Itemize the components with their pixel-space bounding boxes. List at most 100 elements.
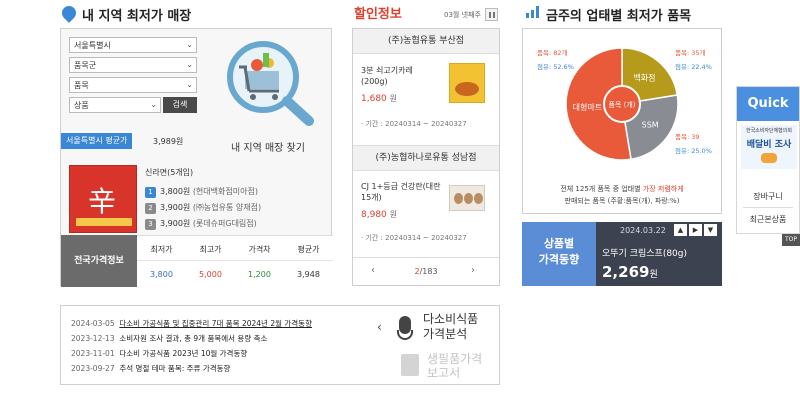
right-section: 금주의 업태별 최저가 품목 백화점 SSM 대형마트 품목 (개) 품목: 82개 점유… bbox=[522, 0, 722, 290]
pie-callout-share: 점유: 25.0% bbox=[675, 147, 712, 155]
store-name: (주)농협하나로유통 성남점 bbox=[353, 145, 499, 171]
trend-prev-button[interactable]: ▲ bbox=[674, 224, 687, 236]
price-trend-box[interactable]: 상품별 가격동향 2024.03.22 ▲ ▶ ▼ 오뚜기 크림스프(80g) … bbox=[522, 222, 722, 286]
discount-item-price: 1,680 원 bbox=[361, 94, 398, 104]
rank-badge: 3 bbox=[145, 219, 156, 230]
table-value-avg: 3,948 bbox=[297, 270, 320, 279]
table-value-min: 3,800 bbox=[150, 270, 173, 279]
egg-graphic bbox=[474, 193, 483, 204]
discount-period: · 기간 : 20240314 ~ 20240327 bbox=[361, 120, 467, 128]
table-header-max: 최고가 bbox=[199, 245, 222, 254]
location-pin-icon bbox=[59, 3, 79, 23]
chart-panel: 백화점 SSM 대형마트 품목 (개) 품목: 82개 점유: 52.6% 품목: 35개 점… bbox=[522, 28, 722, 214]
discount-item-price: 8,980 원 bbox=[361, 210, 398, 220]
pie-center-label: 품목 (개) bbox=[608, 100, 635, 109]
pie-slice-label: 백화점 bbox=[633, 73, 655, 83]
news-item[interactable]: 2023-11-01 다소비 가공식품 2023년 10월 가격동향 bbox=[71, 346, 371, 361]
rank-badge: 2 bbox=[145, 203, 156, 214]
quick-link-cart[interactable]: 장바구니 bbox=[737, 191, 799, 202]
national-price-label: 전국가격정보 bbox=[61, 235, 137, 287]
chevron-left-icon: ‹ bbox=[377, 320, 382, 334]
left-section: 내 지역 최저가 매장 서울특별시 ⌄ 품목군 ⌄ 품목 ⌄ 상품 ⌄ 검색 내… bbox=[59, 0, 333, 290]
price-trend-label: 상품별 가격동향 bbox=[522, 222, 596, 286]
pager-counter: 2/183 bbox=[414, 267, 438, 276]
analysis-label: 다소비식품 가격분석 bbox=[423, 312, 479, 341]
pie-callout-share: 점유: 22.4% bbox=[675, 63, 712, 71]
pie-callout-share: 점유: 52.6% bbox=[537, 63, 574, 71]
pause-icon bbox=[489, 12, 491, 18]
region-select[interactable]: 서울특별시 ⌄ bbox=[69, 37, 197, 53]
quick-title: Quick bbox=[737, 87, 799, 121]
store-name: (주)농협유통 부산점 bbox=[353, 29, 499, 54]
chart-summary-line1: 전체 125개 품목 중 업태별 가장 저렴하게 bbox=[560, 185, 684, 193]
product-pkg-band bbox=[76, 218, 132, 226]
daily-report-link[interactable]: 생필품가격 보고서 bbox=[397, 350, 497, 384]
region-avg-value: 3,989원 bbox=[153, 137, 184, 146]
delivery-banner[interactable]: 한국소비자단체협의회 배달비 조사 bbox=[741, 125, 797, 169]
egg-product-image[interactable] bbox=[449, 185, 485, 211]
store-finder-illustration[interactable] bbox=[221, 37, 321, 127]
magnifier-cart-icon bbox=[227, 41, 314, 126]
pause-icon-bar bbox=[493, 12, 495, 18]
news-item[interactable]: 2024-03-05 다소비 가공식품 및 집중관리 7대 품목 2024년 2… bbox=[71, 316, 371, 331]
left-section-title: 내 지역 최저가 매장 bbox=[82, 9, 192, 24]
trend-next-button[interactable]: ▼ bbox=[704, 224, 717, 236]
news-item[interactable]: 2023-12-13 소비자원 조사 결과, 총 9개 품목에서 용량 축소 bbox=[71, 331, 371, 346]
quick-divider bbox=[743, 207, 793, 208]
news-panel: 2024-03-05 다소비 가공식품 및 집중관리 7대 품목 2024년 2… bbox=[60, 305, 500, 385]
right-section-title: 금주의 업태별 최저가 품목 bbox=[546, 9, 692, 24]
pager: ‹ 2/183 › bbox=[353, 257, 499, 286]
discount-panel: (주)농협유통 부산점 3분 쇠고기카레 (200g) 1,680 원 · 기간… bbox=[352, 28, 500, 286]
top-button[interactable]: TOP bbox=[782, 234, 800, 246]
banner-main: 배달비 조사 bbox=[746, 140, 792, 150]
category-group-select[interactable]: 품목군 ⌄ bbox=[69, 57, 197, 73]
product-pkg-logo: 辛 bbox=[88, 185, 117, 218]
table-value-diff: 1,200 bbox=[248, 270, 271, 279]
pie-chart: 백화점 SSM 대형마트 품목 (개) 품목: 82개점유: 52.6% 품목: 35개점… bbox=[537, 47, 712, 161]
price-trend-detail: 2024.03.22 ▲ ▶ ▼ 오뚜기 크림스프(80g) 2,269원 bbox=[596, 222, 722, 286]
pause-button[interactable] bbox=[485, 8, 498, 21]
curry-dish-graphic bbox=[455, 82, 479, 96]
category-select[interactable]: 품목 ⌄ bbox=[69, 77, 197, 93]
table-header-min: 최저가 bbox=[150, 245, 173, 254]
pie-callout-count: 품목: 39 bbox=[675, 133, 700, 141]
table-header-diff: 가격차 bbox=[248, 245, 271, 254]
pie-slice-label: 대형마트 bbox=[573, 103, 602, 112]
curry-product-image[interactable] bbox=[449, 63, 485, 103]
product-select[interactable]: 상품 ⌄ bbox=[69, 97, 161, 113]
bar-chart-icon bbox=[526, 6, 540, 18]
rank-badge: 1 bbox=[145, 187, 156, 198]
trend-play-button[interactable]: ▶ bbox=[689, 224, 702, 236]
discount-item-name[interactable]: 3분 쇠고기카레 (200g) bbox=[361, 65, 447, 87]
trend-date: 2024.03.22 bbox=[620, 226, 666, 235]
microphone-stand bbox=[397, 330, 413, 340]
week-label: 03월 넷째주 bbox=[444, 11, 481, 19]
pie-callout-count: 품목: 35개 bbox=[675, 48, 705, 57]
analysis-link[interactable]: ‹ 다소비식품 가격분석 bbox=[377, 310, 497, 348]
quick-menu: Quick 한국소비자단체협의회 배달비 조사 장바구니 최근본상품 bbox=[736, 86, 800, 234]
product-name: 신라면(5개입) bbox=[145, 168, 194, 177]
chevron-down-icon: ⌄ bbox=[186, 80, 193, 89]
store-finder-label[interactable]: 내 지역 매장 찾기 bbox=[231, 139, 305, 154]
discount-item-name[interactable]: CJ 1+등급 건강란(대란 15개) bbox=[361, 181, 447, 203]
table-header-avg: 평균가 bbox=[297, 245, 320, 254]
product-image[interactable]: 辛 bbox=[69, 165, 137, 233]
daily-report-label: 생필품가격 보고서 bbox=[427, 352, 483, 380]
search-button[interactable]: 검색 bbox=[163, 97, 197, 113]
next-arrow-icon[interactable]: › bbox=[471, 265, 475, 276]
national-price-table: 최저가 최고가 가격차 평균가 3,800 5,000 1,200 3,948 bbox=[137, 235, 333, 287]
table-value-max: 5,000 bbox=[199, 270, 222, 279]
scooter-icon bbox=[761, 153, 777, 163]
discount-logo: 할인정보 bbox=[354, 7, 402, 22]
egg-graphic bbox=[464, 193, 473, 204]
news-list: 2024-03-05 다소비 가공식품 및 집중관리 7대 품목 2024년 2… bbox=[71, 316, 371, 376]
news-item[interactable]: 2023-09-27 추석 명절 테마 품목: 주류 가격동향 bbox=[71, 361, 371, 376]
chart-summary-line2: 판매되는 품목 (주황:품목(개), 파랑:%) bbox=[564, 197, 680, 205]
chevron-down-icon: ⌄ bbox=[186, 40, 193, 49]
quick-link-recent[interactable]: 최근본상품 bbox=[737, 214, 799, 225]
discount-period: · 기간 : 20240314 ~ 20240327 bbox=[361, 234, 467, 242]
rank-row-3: 3 3,900원 (롯데슈퍼G대림점) bbox=[145, 218, 257, 230]
rank-row-2: 2 3,900원 (㈜농협유통 양재점) bbox=[145, 202, 261, 214]
region-avg-badge: 서울특별시 평균가 bbox=[61, 133, 133, 149]
pie-slice-label: SSM bbox=[642, 120, 659, 129]
